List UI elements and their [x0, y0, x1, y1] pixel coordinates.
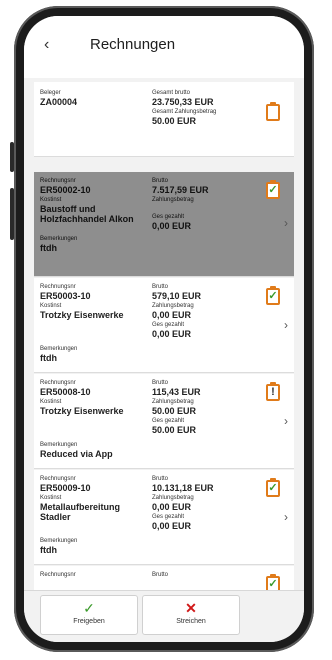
invoice-number: ER50008-10 [40, 387, 91, 397]
field-label: Ges gezahlt [152, 514, 185, 520]
total-gross: 23.750,33 EUR [152, 97, 214, 107]
clipboard-empty-icon [266, 102, 280, 121]
field-label: Bemerkungen [40, 538, 78, 544]
field-label: Ges gezahlt [152, 418, 185, 424]
paid-amount: 0,00 EUR [152, 329, 192, 339]
approve-button[interactable]: ✓ Freigeben [40, 595, 138, 635]
invoice-card[interactable]: Rechnungsnr ER50003-10 Kostinst Trotzky … [34, 278, 294, 373]
payment-amount: 50.00 EUR [152, 406, 197, 416]
field-label: Rechnungsnr [40, 178, 76, 184]
chevron-right-icon: › [284, 510, 288, 524]
field-label: Bemerkungen [40, 442, 78, 448]
app-screen: ‹ Rechnungen Beleger ZA00004 Gesamt brut… [24, 16, 304, 642]
field-label: Beleger [40, 90, 61, 96]
field-label: Brutto [152, 178, 169, 184]
vendor-name: Trotzky Eisenwerke [40, 310, 124, 320]
field-label: Ges gezahlt [152, 322, 185, 328]
delete-button[interactable]: ✕ Streichen [142, 595, 240, 635]
field-label: Rechnungsnr [40, 476, 76, 482]
checkmark-icon: ✓ [83, 600, 95, 616]
approve-label: Freigeben [73, 618, 105, 625]
gross-amount: 10.131,18 EUR [152, 483, 214, 493]
gross-amount: 579,10 EUR [152, 291, 202, 301]
vendor-name: Metallaufbereitung Stadler [40, 502, 121, 522]
field-label: Rechnungsnr [40, 380, 76, 386]
clipboard-check-icon: ✓ [266, 478, 280, 497]
gross-amount: 115,43 EUR [152, 387, 201, 397]
field-label: Bemerkungen [40, 346, 78, 352]
field-label: Kostinst [40, 197, 62, 203]
action-bar: ✓ Freigeben ✕ Streichen [24, 590, 304, 642]
clipboard-check-icon: ✓ [266, 286, 280, 305]
vendor-name: Baustoff und Holzfachhandel Alkon [40, 204, 134, 224]
chevron-right-icon: › [284, 414, 288, 428]
field-label: Rechnungsnr [40, 572, 76, 578]
field-label: Gesamt Zahlungsbetrag [152, 109, 217, 115]
payment-amount: 0,00 EUR [152, 310, 192, 320]
remark-value: ftdh [40, 243, 57, 253]
remark-value: ftdh [40, 545, 57, 555]
clipboard-check-icon: ✓ [266, 180, 280, 199]
paid-amount: 0,00 EUR [152, 521, 192, 531]
field-label: Zahlungsbetrag [152, 495, 194, 501]
invoice-number: ER50009-10 [40, 483, 91, 493]
chevron-right-icon: › [284, 216, 288, 230]
paid-amount: 0,00 EUR [152, 221, 192, 231]
field-label: Ges gezahlt [152, 214, 185, 220]
invoice-card[interactable]: Rechnungsnr Brutto ✓ [34, 566, 294, 590]
document-number: ZA00004 [40, 97, 78, 107]
invoice-number: ER50002-10 [40, 185, 91, 195]
invoice-number: ER50003-10 [40, 291, 91, 301]
field-label: Kostinst [40, 399, 62, 405]
app-header: ‹ Rechnungen [24, 16, 304, 78]
gross-amount: 7.517,59 EUR [152, 185, 209, 195]
field-label: Brutto [152, 572, 169, 578]
remark-value: ftdh [40, 353, 57, 363]
clipboard-check-icon: ✓ [266, 574, 280, 590]
remark-value: Reduced via App [40, 449, 113, 459]
phone-side-button [10, 142, 14, 172]
total-payment: 50.00 EUR [152, 116, 197, 126]
paid-amount: 50.00 EUR [152, 425, 197, 435]
payment-amount: 0,00 EUR [152, 502, 192, 512]
invoice-list[interactable]: Beleger ZA00004 Gesamt brutto 23.750,33 … [24, 82, 304, 590]
field-label: Brutto [152, 380, 169, 386]
invoice-card[interactable]: Rechnungsnr ER50008-10 Kostinst Trotzky … [34, 374, 294, 469]
field-label: Rechnungsnr [40, 284, 76, 290]
field-label: Bemerkungen [40, 236, 78, 242]
delete-label: Streichen [176, 618, 206, 625]
field-label: Zahlungsbetrag [152, 399, 194, 405]
field-label: Kostinst [40, 495, 62, 501]
field-label: Brutto [152, 476, 169, 482]
phone-volume-button [10, 188, 14, 240]
page-title: Rechnungen [90, 36, 176, 53]
back-chevron-icon[interactable]: ‹ [44, 36, 49, 54]
invoice-card[interactable]: Rechnungsnr ER50009-10 Kostinst Metallau… [34, 470, 294, 565]
clipboard-alert-icon: ! [266, 382, 280, 401]
field-label: Zahlungsbetrag [152, 197, 194, 203]
field-label: Brutto [152, 284, 169, 290]
field-label: Gesamt brutto [152, 90, 191, 96]
chevron-right-icon: › [284, 318, 288, 332]
vendor-name: Trotzky Eisenwerke [40, 406, 124, 416]
close-icon: ✕ [185, 600, 197, 616]
summary-card: Beleger ZA00004 Gesamt brutto 23.750,33 … [34, 82, 294, 157]
invoice-card[interactable]: Rechnungsnr ER50002-10 Kostinst Baustoff… [34, 172, 294, 277]
field-label: Zahlungsbetrag [152, 303, 194, 309]
field-label: Kostinst [40, 303, 62, 309]
